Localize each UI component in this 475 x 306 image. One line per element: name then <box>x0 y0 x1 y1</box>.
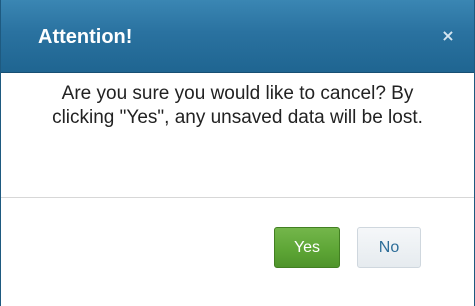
dialog-titlebar: Attention! × <box>1 0 474 73</box>
dialog-divider <box>1 197 474 198</box>
dialog-message: Are you sure you would like to cancel? B… <box>52 83 423 128</box>
no-button[interactable]: No <box>357 227 421 268</box>
close-icon[interactable]: × <box>439 27 457 45</box>
yes-button[interactable]: Yes <box>274 227 340 268</box>
confirmation-dialog: Attention! × Are you sure you would like… <box>0 0 475 306</box>
dialog-title: Attention! <box>38 26 133 48</box>
